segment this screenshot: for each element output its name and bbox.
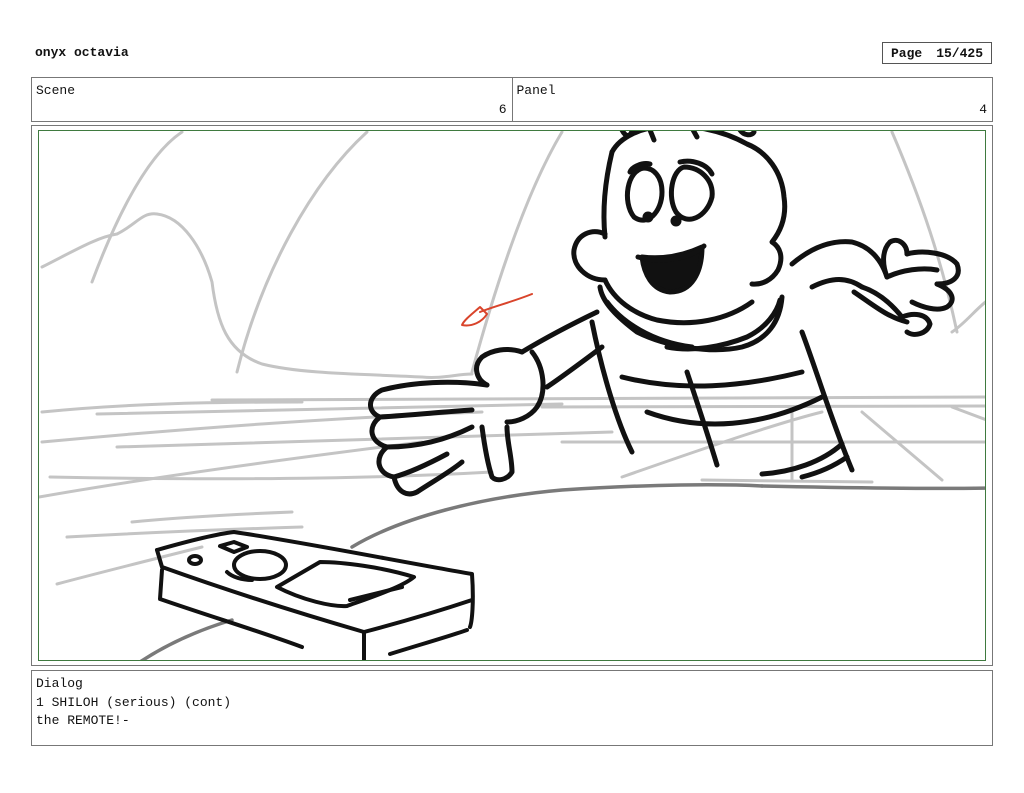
red-accent-mark	[461, 293, 533, 327]
dialog-line: 1 SHILOH (serious) (cont)	[36, 694, 232, 710]
page-counter: Page 15/425	[882, 42, 992, 64]
remote-control-drawing	[155, 530, 475, 660]
panel-number: 4	[979, 102, 987, 117]
dialog-label: Dialog	[36, 676, 83, 691]
panel-frame	[31, 125, 993, 666]
character-drawing	[368, 131, 961, 497]
scene-label: Scene	[36, 83, 76, 98]
storyboard-sketch	[39, 131, 985, 660]
scene-panel-row: Scene 6 Panel 4	[31, 77, 993, 122]
page-number: 15/425	[936, 45, 984, 61]
dialog-box: Dialog 1 SHILOH (serious) (cont) the REM…	[31, 670, 993, 746]
panel-cell: Panel 4	[511, 78, 993, 121]
background-sketch	[39, 131, 985, 586]
page-label: Page	[890, 45, 923, 61]
scene-cell: Scene 6	[32, 78, 512, 121]
scene-number: 6	[498, 102, 507, 117]
project-title: onyx octavia	[35, 45, 129, 60]
storyboard-image	[38, 130, 986, 661]
dialog-line: the REMOTE!-	[36, 713, 130, 728]
panel-label: Panel	[516, 83, 556, 98]
